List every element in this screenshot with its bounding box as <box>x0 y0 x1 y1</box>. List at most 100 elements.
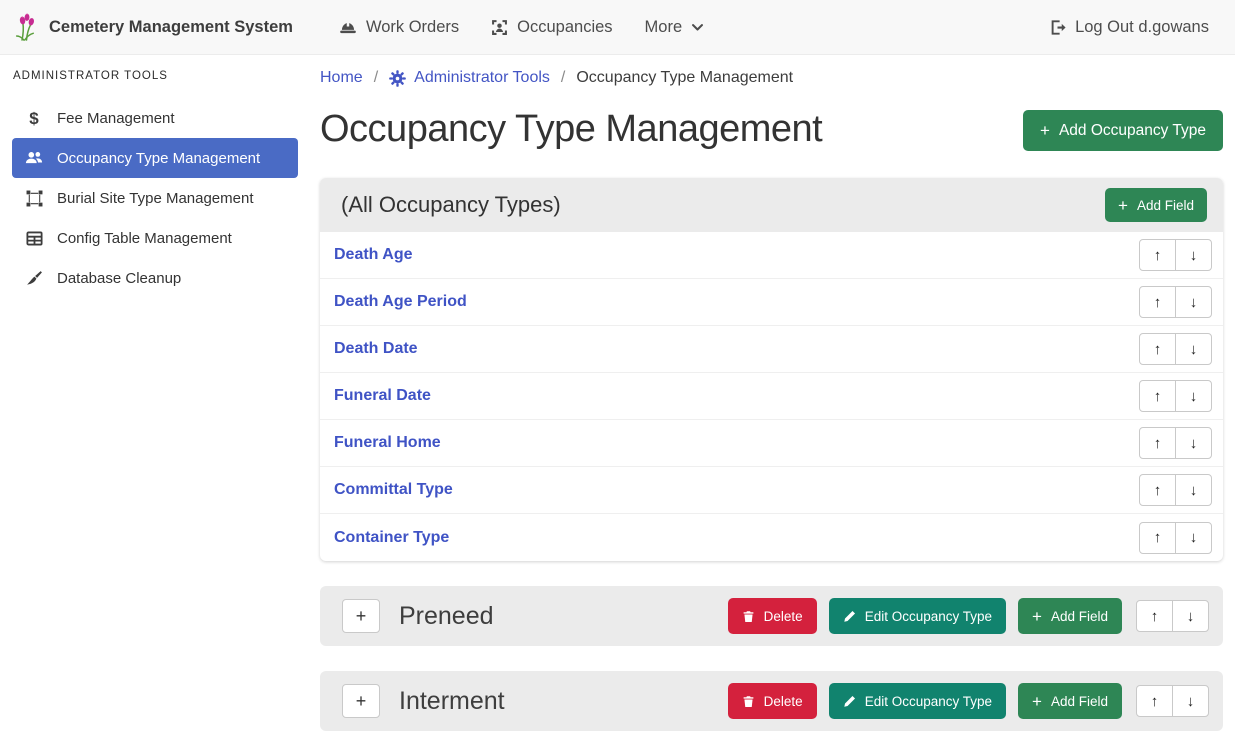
breadcrumb-home[interactable]: Home <box>320 69 363 87</box>
arrow-down-icon: ↓ <box>1187 694 1195 709</box>
edit-occupancy-type-button[interactable]: Edit Occupancy Type <box>829 683 1006 719</box>
occupancy-type-section-preneed: + PreneedDelete Edit Occupancy Type +Add Fi… <box>320 586 1223 646</box>
broom-icon <box>24 270 44 287</box>
field-link-committal-type[interactable]: Committal Type <box>334 481 453 499</box>
reorder-buttons: ↑↓ <box>1139 239 1212 271</box>
sidebar-item-burial-site-type-management[interactable]: Burial Site Type Management <box>12 178 298 218</box>
edit-occupancy-type-button[interactable]: Edit Occupancy Type <box>829 598 1006 634</box>
add-occupancy-type-label: Add Occupancy Type <box>1059 122 1206 140</box>
plus-icon: + <box>356 607 367 625</box>
arrow-down-icon: ↓ <box>1190 248 1198 263</box>
move-up-button[interactable]: ↑ <box>1139 522 1176 554</box>
nav-item-label: More <box>645 18 683 37</box>
pencil-icon <box>843 610 856 623</box>
logout-button[interactable]: Log Out d.gowans <box>1049 18 1209 37</box>
plus-icon: + <box>1032 693 1042 710</box>
move-down-button[interactable]: ↓ <box>1175 286 1212 318</box>
move-up-button[interactable]: ↑ <box>1136 685 1173 717</box>
field-link-death-age-period[interactable]: Death Age Period <box>334 293 467 311</box>
breadcrumb-administrator-tools[interactable]: Administrator Tools <box>389 69 550 87</box>
field-link-death-date[interactable]: Death Date <box>334 340 418 358</box>
field-link-container-type[interactable]: Container Type <box>334 529 449 547</box>
move-down-button[interactable]: ↓ <box>1175 239 1212 271</box>
breadcrumb-label: Administrator Tools <box>414 69 550 87</box>
sidebar-items: $Fee Management Occupancy Type Management… <box>12 98 298 298</box>
app-title: Cemetery Management System <box>49 18 293 37</box>
field-link-death-age[interactable]: Death Age <box>334 246 413 264</box>
gear-icon <box>389 70 406 87</box>
move-down-button[interactable]: ↓ <box>1175 333 1212 365</box>
move-up-button[interactable]: ↑ <box>1139 333 1176 365</box>
arrow-up-icon: ↑ <box>1154 248 1162 263</box>
plus-icon: + <box>1032 608 1042 625</box>
add-occupancy-type-button[interactable]: + Add Occupancy Type <box>1023 110 1223 151</box>
section-title: Interment <box>399 687 728 716</box>
sidebar-item-label: Occupancy Type Management <box>57 150 260 167</box>
all-occupancy-types-card: (All Occupancy Types) + Add Field Death … <box>320 178 1223 561</box>
reorder-buttons: ↑↓ <box>1139 427 1212 459</box>
move-down-button[interactable]: ↓ <box>1172 600 1209 632</box>
nav-item-label: Work Orders <box>366 18 459 37</box>
arrow-up-icon: ↑ <box>1154 483 1162 498</box>
move-down-button[interactable]: ↓ <box>1175 427 1212 459</box>
add-field-button[interactable]: +Add Field <box>1018 598 1122 634</box>
move-up-button[interactable]: ↑ <box>1139 286 1176 318</box>
move-up-button[interactable]: ↑ <box>1139 474 1176 506</box>
field-row-funeral-date: Funeral Date ↑ ↓ <box>320 373 1223 420</box>
pencil-icon <box>843 695 856 708</box>
reorder-buttons: ↑↓ <box>1139 286 1212 318</box>
arrow-up-icon: ↑ <box>1154 436 1162 451</box>
logout-icon <box>1049 19 1066 36</box>
breadcrumb-label: Occupancy Type Management <box>576 69 793 86</box>
move-down-button[interactable]: ↓ <box>1172 685 1209 717</box>
section-title: Preneed <box>399 602 728 631</box>
sidebar: ADMINISTRATOR TOOLS $Fee ManagementOccup… <box>0 55 310 738</box>
nav-item-label: Occupancies <box>517 18 612 37</box>
burial-site-icon <box>24 190 44 207</box>
main-content: Home/Administrator Tools/Occupancy Type … <box>310 55 1235 738</box>
move-up-button[interactable]: ↑ <box>1136 600 1173 632</box>
breadcrumb-label: Home <box>320 69 363 87</box>
delete-button[interactable]: Delete <box>728 598 817 634</box>
arrow-down-icon: ↓ <box>1190 342 1198 357</box>
arrow-up-icon: ↑ <box>1151 609 1159 624</box>
sidebar-item-label: Burial Site Type Management <box>57 190 254 207</box>
move-down-button[interactable]: ↓ <box>1175 474 1212 506</box>
field-row-container-type: Container Type ↑↓ <box>320 514 1223 561</box>
sidebar-item-label: Fee Management <box>57 110 175 127</box>
arrow-down-icon: ↓ <box>1190 295 1198 310</box>
field-link-funeral-home[interactable]: Funeral Home <box>334 434 441 452</box>
nav-item-occupancies[interactable]: Occupancies <box>491 18 612 37</box>
field-link-funeral-date[interactable]: Funeral Date <box>334 387 431 405</box>
trash-icon <box>742 610 755 623</box>
nav-item-work-orders[interactable]: Work Orders <box>339 18 459 37</box>
top-navbar: Cemetery Management System Work Orders Oc… <box>0 0 1235 55</box>
reorder-buttons: ↑↓ <box>1136 685 1209 717</box>
expand-button[interactable]: + <box>342 599 380 633</box>
field-row-death-age: Death Age↑↓ <box>320 232 1223 279</box>
field-row-death-age-period: Death Age Period↑↓ <box>320 279 1223 326</box>
sidebar-item-occupancy-type-management[interactable]: Occupancy Type Management <box>12 138 298 178</box>
sidebar-item-database-cleanup[interactable]: Database Cleanup <box>12 258 298 298</box>
arrow-down-icon: ↓ <box>1190 389 1198 404</box>
move-up-button[interactable]: ↑ <box>1139 239 1176 271</box>
plus-icon: + <box>356 692 367 710</box>
move-down-button[interactable]: ↓ <box>1175 380 1212 412</box>
expand-button[interactable]: + <box>342 684 380 718</box>
chevron-down-icon <box>691 21 704 34</box>
sidebar-item-fee-management[interactable]: $Fee Management <box>12 98 298 138</box>
nav-item-more[interactable]: More <box>645 18 705 37</box>
move-down-button[interactable]: ↓ <box>1175 522 1212 554</box>
section-actions: Delete Edit Occupancy Type +Add Field ↑ ↓ <box>728 598 1209 634</box>
add-field-button[interactable]: + Add Field <box>1105 188 1207 222</box>
move-up-button[interactable]: ↑ <box>1139 427 1176 459</box>
move-up-button[interactable]: ↑ <box>1139 380 1176 412</box>
arrow-down-icon: ↓ <box>1190 436 1198 451</box>
reorder-buttons: ↑↓ <box>1139 333 1212 365</box>
delete-button[interactable]: Delete <box>728 683 817 719</box>
occupancy-type-section-interment: + IntermentDelete Edit Occupancy Type +Add … <box>320 671 1223 731</box>
sidebar-item-config-table-management[interactable]: Config Table Management <box>12 218 298 258</box>
reorder-buttons: ↑↓ <box>1139 522 1212 554</box>
add-field-button[interactable]: +Add Field <box>1018 683 1122 719</box>
app-brand[interactable]: Cemetery Management System <box>14 13 293 42</box>
